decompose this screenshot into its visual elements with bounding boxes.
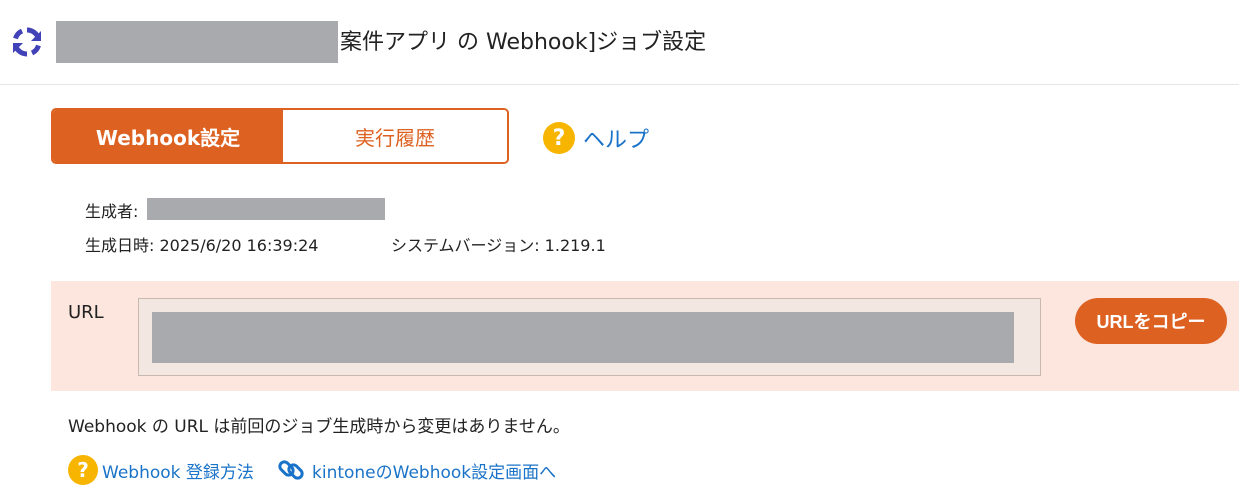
sync-icon[interactable] (10, 25, 44, 59)
url-unchanged-notice: Webhook の URL は前回のジョブ生成時から変更はありません。 (68, 417, 570, 437)
tab-webhook-settings[interactable]: Webhook設定 (53, 110, 283, 162)
help-link[interactable]: ? ヘルプ (543, 122, 649, 154)
tab-bar: Webhook設定 実行履歴 (51, 108, 509, 164)
redacted-app-name (56, 21, 338, 63)
link-chain-icon (278, 460, 304, 480)
kintone-webhook-label: kintoneのWebhook設定画面へ (312, 462, 557, 483)
help-circle-icon: ? (543, 122, 575, 154)
webhook-registration-label: Webhook 登録方法 (102, 462, 254, 483)
redacted-creator (147, 198, 385, 220)
page-title: 案件アプリ の Webhook]ジョブ設定 (340, 30, 707, 55)
system-version: システムバージョン: 1.219.1 (391, 236, 606, 255)
webhook-registration-link[interactable]: ? Webhook 登録方法 (68, 455, 254, 485)
help-label: ヘルプ (583, 128, 650, 153)
page-header: 案件アプリ の Webhook]ジョブ設定 (0, 0, 1239, 85)
tab-execution-history[interactable]: 実行履歴 (283, 110, 507, 162)
kintone-webhook-link[interactable]: kintoneのWebhook設定画面へ (276, 455, 556, 485)
url-label: URL (68, 302, 104, 323)
redacted-url (152, 312, 1014, 363)
url-field[interactable] (138, 298, 1041, 376)
generated-at: 生成日時: 2025/6/20 16:39:24 (85, 236, 319, 255)
help-circle-icon: ? (68, 455, 98, 485)
copy-url-button[interactable]: URLをコピー (1075, 298, 1227, 344)
creator-label: 生成者: (85, 202, 139, 221)
